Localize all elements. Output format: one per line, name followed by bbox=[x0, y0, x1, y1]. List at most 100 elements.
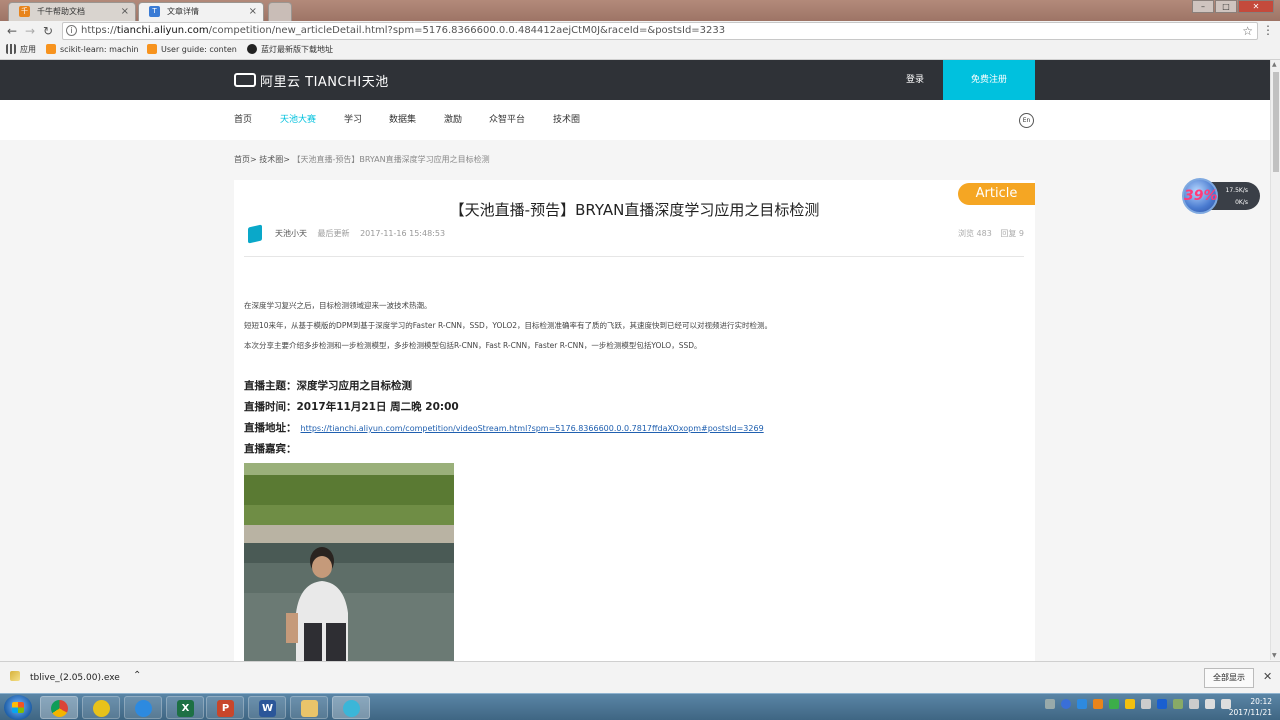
tab-article-detail[interactable]: T 文章详情 × bbox=[138, 2, 264, 21]
taskbar-app-blue[interactable] bbox=[124, 696, 162, 719]
tray-icon[interactable] bbox=[1189, 699, 1199, 709]
bookmark-label: 应用 bbox=[20, 45, 36, 54]
nav-home[interactable]: 首页 bbox=[234, 100, 252, 140]
tab-strip: 千 千牛帮助文档 × T 文章详情 × – □ ✕ bbox=[0, 0, 1280, 21]
battery-icon[interactable] bbox=[1205, 699, 1215, 709]
memory-usage-ball: 39% bbox=[1182, 178, 1218, 214]
taskbar-explorer[interactable] bbox=[290, 696, 328, 719]
tray-icon[interactable] bbox=[1093, 699, 1103, 709]
tray-icon[interactable] bbox=[1045, 699, 1055, 709]
live-time: 直播时间：2017年11月21日 周二晚 20:00 bbox=[244, 401, 459, 413]
bookmark-star-icon[interactable]: ☆ bbox=[1242, 23, 1253, 39]
article-meta: 天池小天 最后更新 2017-11-16 15:48:53 bbox=[275, 228, 445, 239]
nav-datasets[interactable]: 数据集 bbox=[389, 100, 416, 140]
download-bar: tblive_(2.05.00).exe ⌃ 全部显示 ✕ bbox=[0, 661, 1280, 693]
nav-learn[interactable]: 学习 bbox=[344, 100, 362, 140]
bookmark-label: scikit-learn: machin bbox=[60, 45, 139, 54]
sklearn-icon bbox=[46, 44, 56, 54]
bookmark-apps[interactable]: 应用 bbox=[6, 41, 36, 59]
download-filename: tblive_(2.05.00).exe bbox=[30, 673, 120, 683]
qianniu-favicon-icon: 千 bbox=[19, 6, 30, 17]
address-bar[interactable]: i https://tianchi.aliyun.com/competition… bbox=[62, 22, 1258, 40]
start-button[interactable] bbox=[4, 695, 32, 720]
scrollbar-thumb[interactable] bbox=[1273, 72, 1279, 172]
live-topic: 直播主题：深度学习应用之目标检测 bbox=[244, 380, 412, 392]
nav-tech-circle[interactable]: 技术圈 bbox=[553, 100, 580, 140]
tab-qianniu[interactable]: 千 千牛帮助文档 × bbox=[8, 2, 136, 21]
window-close-icon[interactable]: ✕ bbox=[1238, 0, 1274, 13]
article-paragraph: 短短10来年，从基于模版的DPM到基于深度学习的Faster R-CNN，SSD… bbox=[244, 321, 772, 330]
pen-app-icon bbox=[135, 700, 152, 717]
info-icon[interactable]: i bbox=[66, 25, 77, 36]
live-address-label: 直播地址： bbox=[244, 422, 297, 434]
url-prefix: https:// bbox=[81, 25, 117, 36]
help-icon[interactable] bbox=[1061, 699, 1071, 709]
scroll-down-icon[interactable]: ▼ bbox=[1272, 652, 1277, 659]
download-item[interactable]: tblive_(2.05.00).exe bbox=[10, 668, 120, 688]
chrome-icon bbox=[51, 700, 68, 717]
taskbar-excel[interactable]: X bbox=[166, 696, 204, 719]
bookmark-user-guide[interactable]: User guide: conten bbox=[147, 41, 237, 59]
app-icon bbox=[93, 700, 110, 717]
tab-close-icon[interactable]: × bbox=[249, 3, 257, 20]
scroll-up-icon[interactable]: ▲ bbox=[1272, 61, 1277, 68]
main-nav: 首页 天池大赛 学习 数据集 激励 众智平台 技术圈 En bbox=[0, 100, 1270, 140]
author-avatar[interactable] bbox=[248, 224, 262, 244]
minimize-icon[interactable]: – bbox=[1192, 0, 1214, 13]
register-button[interactable]: 免费注册 bbox=[943, 60, 1035, 100]
tray-icon[interactable] bbox=[1125, 699, 1135, 709]
tray-icon[interactable] bbox=[1077, 699, 1087, 709]
bluetooth-icon[interactable] bbox=[1157, 699, 1167, 709]
forward-arrow-icon[interactable]: → bbox=[22, 23, 38, 39]
view-count: 浏览 483 bbox=[958, 229, 992, 238]
maximize-icon[interactable]: □ bbox=[1215, 0, 1237, 13]
bookmark-scikit-learn[interactable]: scikit-learn: machin bbox=[46, 41, 139, 59]
reload-icon[interactable]: ↻ bbox=[40, 23, 56, 39]
updated-time: 2017-11-16 15:48:53 bbox=[360, 229, 446, 238]
nav-incentives[interactable]: 激励 bbox=[444, 100, 462, 140]
live-stream-link[interactable]: https://tianchi.aliyun.com/competition/v… bbox=[301, 424, 764, 433]
tray-icon[interactable] bbox=[1173, 699, 1183, 709]
powerpoint-icon: P bbox=[217, 700, 234, 717]
show-all-downloads-button[interactable]: 全部显示 bbox=[1204, 668, 1254, 688]
github-icon bbox=[247, 44, 257, 54]
download-bar-close-icon[interactable]: ✕ bbox=[1263, 670, 1272, 683]
clock-time: 20:12 bbox=[1250, 697, 1272, 706]
download-speed: 0K/s bbox=[1235, 199, 1248, 206]
author-name[interactable]: 天池小天 bbox=[275, 229, 307, 238]
breadcrumb-home[interactable]: 首页> bbox=[234, 155, 257, 164]
live-address: 直播地址： https://tianchi.aliyun.com/competit… bbox=[244, 420, 764, 435]
logo-text: 阿里云 TIANCHI天池 bbox=[260, 74, 389, 90]
tab-close-icon[interactable]: × bbox=[121, 3, 129, 20]
login-link[interactable]: 登录 bbox=[895, 60, 935, 100]
nav-crowd-platform[interactable]: 众智平台 bbox=[489, 100, 525, 140]
guest-photo bbox=[244, 463, 454, 661]
taskbar-app-yellow[interactable] bbox=[82, 696, 120, 719]
nav-competitions[interactable]: 天池大赛 bbox=[280, 100, 316, 140]
taskbar-word[interactable]: W bbox=[248, 696, 286, 719]
tray-icon[interactable] bbox=[1141, 699, 1151, 709]
article-title: 【天池直播-预告】BRYAN直播深度学习应用之目标检测 bbox=[449, 201, 820, 219]
tianchi-logo[interactable]: 阿里云 TIANCHI天池 bbox=[234, 72, 389, 90]
bookmark-lantern[interactable]: 蓝灯最新版下载地址 bbox=[247, 41, 333, 59]
aliyun-logo-icon bbox=[234, 73, 256, 87]
download-menu-caret-icon[interactable]: ⌃ bbox=[133, 670, 141, 681]
back-arrow-icon[interactable]: ← bbox=[4, 23, 20, 39]
system-clock[interactable]: 20:12 2017/11/21 bbox=[1216, 696, 1272, 718]
shield-icon[interactable] bbox=[1109, 699, 1119, 709]
language-switch-icon[interactable]: En bbox=[1019, 113, 1034, 128]
network-speed-widget[interactable]: 17.5K/s 0K/s 39% bbox=[1182, 178, 1262, 214]
bookmark-label: 蓝灯最新版下载地址 bbox=[261, 45, 333, 54]
tab-title: 文章详情 bbox=[167, 7, 199, 16]
taskbar-app-cyan[interactable] bbox=[332, 696, 370, 719]
guest-photo-image bbox=[244, 463, 454, 661]
breadcrumb-section[interactable]: 技术圈> bbox=[259, 155, 290, 164]
page-scrollbar[interactable]: ▲ ▼ bbox=[1270, 60, 1280, 660]
browser-toolbar: ← → ↻ i https://tianchi.aliyun.com/compe… bbox=[0, 21, 1280, 41]
taskbar-chrome[interactable] bbox=[40, 696, 78, 719]
folder-icon bbox=[301, 700, 318, 717]
url-text[interactable]: https://tianchi.aliyun.com/competition/n… bbox=[81, 23, 725, 39]
browser-menu-icon[interactable]: ⋮ bbox=[1262, 23, 1274, 37]
new-tab-button[interactable] bbox=[268, 2, 292, 21]
taskbar-powerpoint[interactable]: P bbox=[206, 696, 244, 719]
